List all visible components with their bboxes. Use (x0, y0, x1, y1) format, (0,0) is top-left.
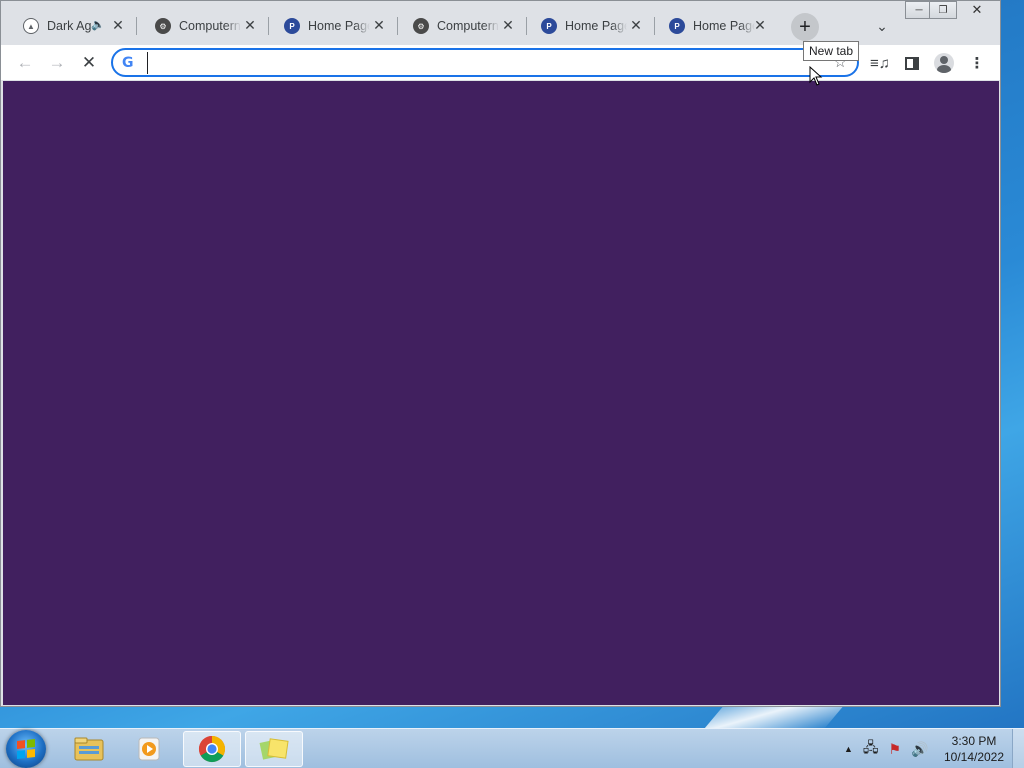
tab-title: Computerne (437, 19, 499, 33)
tab-1[interactable]: ▲ Dark Ag 🔈 ✕ (9, 11, 137, 41)
back-arrow-icon: ← (16, 53, 34, 72)
menu-button[interactable]: ⋮ (965, 51, 989, 75)
restore-button[interactable]: ❐ (929, 1, 957, 19)
forward-button[interactable]: → (44, 50, 70, 76)
avatar-icon (934, 53, 954, 73)
windows-logo-icon (17, 739, 35, 759)
pbs-icon: P (284, 18, 300, 34)
mouse-cursor-icon (809, 66, 823, 86)
side-panel-button[interactable] (900, 51, 924, 75)
taskbar: ▲ 🖧 ⚑ 🔊 3:30 PM 10/14/2022 (0, 728, 1024, 768)
tab-title: Home Page (308, 19, 370, 33)
stop-loading-button[interactable]: ✕ (76, 50, 102, 76)
restore-icon: ❐ (938, 4, 948, 16)
forward-arrow-icon: → (48, 53, 66, 72)
system-clock[interactable]: 3:30 PM 10/14/2022 (940, 733, 1008, 765)
file-explorer-icon (74, 737, 104, 761)
tab-separator (397, 17, 398, 35)
tab-2[interactable]: ⚙ Computerne ✕ (141, 11, 269, 41)
chrome-button[interactable] (183, 731, 241, 767)
tab-title: Home Page (693, 19, 755, 33)
clock-date: 10/14/2022 (943, 750, 1005, 764)
speaker-icon[interactable]: 🔈 (91, 18, 105, 31)
close-tab-icon[interactable]: ✕ (372, 18, 386, 32)
start-button[interactable] (6, 730, 46, 768)
tab-5[interactable]: P Home Page ✕ (527, 11, 655, 41)
close-icon: ✕ (971, 2, 983, 17)
action-center-flag-icon[interactable]: ⚑ (889, 741, 902, 758)
network-icon[interactable]: 🖧 (863, 737, 879, 761)
stop-icon: ✕ (81, 53, 97, 72)
gear-icon: ⚙ (413, 18, 429, 34)
show-desktop-button[interactable] (1012, 729, 1024, 768)
media-player-button[interactable] (120, 731, 178, 767)
new-tab-button[interactable]: + (791, 13, 819, 41)
pbs-icon: P (541, 18, 557, 34)
address-bar[interactable]: G ☆ (111, 48, 859, 77)
close-tab-icon[interactable]: ✕ (243, 18, 257, 32)
sticky-notes-icon (259, 738, 289, 760)
more-vert-icon: ⋮ (969, 55, 985, 72)
pbs-icon: P (669, 18, 685, 34)
side-panel-icon (905, 56, 919, 70)
media-queue-icon: ≡♫ (869, 54, 890, 72)
shield-icon: ▲ (23, 18, 39, 34)
media-control-button[interactable]: ≡♫ (868, 51, 892, 75)
tab-6[interactable]: P Home Page ✕ (655, 11, 783, 41)
close-window-button[interactable]: ✕ (956, 1, 998, 19)
page-content (3, 81, 999, 705)
minimize-icon: ─ (915, 4, 923, 16)
back-button[interactable]: ← (12, 50, 38, 76)
chevron-down-icon: ⌄ (876, 17, 888, 34)
media-player-icon (138, 737, 160, 761)
chrome-icon (198, 735, 226, 763)
profile-button[interactable] (932, 51, 956, 75)
google-icon: G (122, 54, 134, 71)
system-tray: ▲ 🖧 ⚑ 🔊 (844, 729, 929, 768)
close-tab-icon[interactable]: ✕ (753, 18, 767, 32)
tab-separator (136, 17, 137, 35)
close-tab-icon[interactable]: ✕ (111, 18, 125, 32)
sticky-notes-button[interactable] (245, 731, 303, 767)
volume-icon[interactable]: 🔊 (911, 741, 928, 758)
plus-icon: + (799, 16, 811, 38)
close-tab-icon[interactable]: ✕ (629, 18, 643, 32)
new-tab-tooltip: New tab (803, 41, 860, 61)
tab-title: Computerne (179, 19, 241, 33)
tab-3[interactable]: P Home Page ✕ (270, 11, 398, 41)
show-hidden-icons-icon[interactable]: ▲ (844, 744, 853, 754)
clock-time: 3:30 PM (951, 734, 997, 748)
close-tab-icon[interactable]: ✕ (501, 18, 515, 32)
file-explorer-button[interactable] (60, 731, 118, 767)
tab-strip: ▲ Dark Ag 🔈 ✕ ⚙ Computerne ✕ P Home Page… (1, 1, 1000, 45)
tab-separator (268, 17, 269, 35)
tab-4[interactable]: ⚙ Computerne ✕ (399, 11, 527, 41)
browser-window: ▲ Dark Ag 🔈 ✕ ⚙ Computerne ✕ P Home Page… (0, 0, 1001, 707)
gear-icon: ⚙ (155, 18, 171, 34)
tab-title: Home Page (565, 19, 627, 33)
address-input[interactable] (147, 51, 787, 74)
tab-search-button[interactable]: ⌄ (871, 15, 893, 37)
